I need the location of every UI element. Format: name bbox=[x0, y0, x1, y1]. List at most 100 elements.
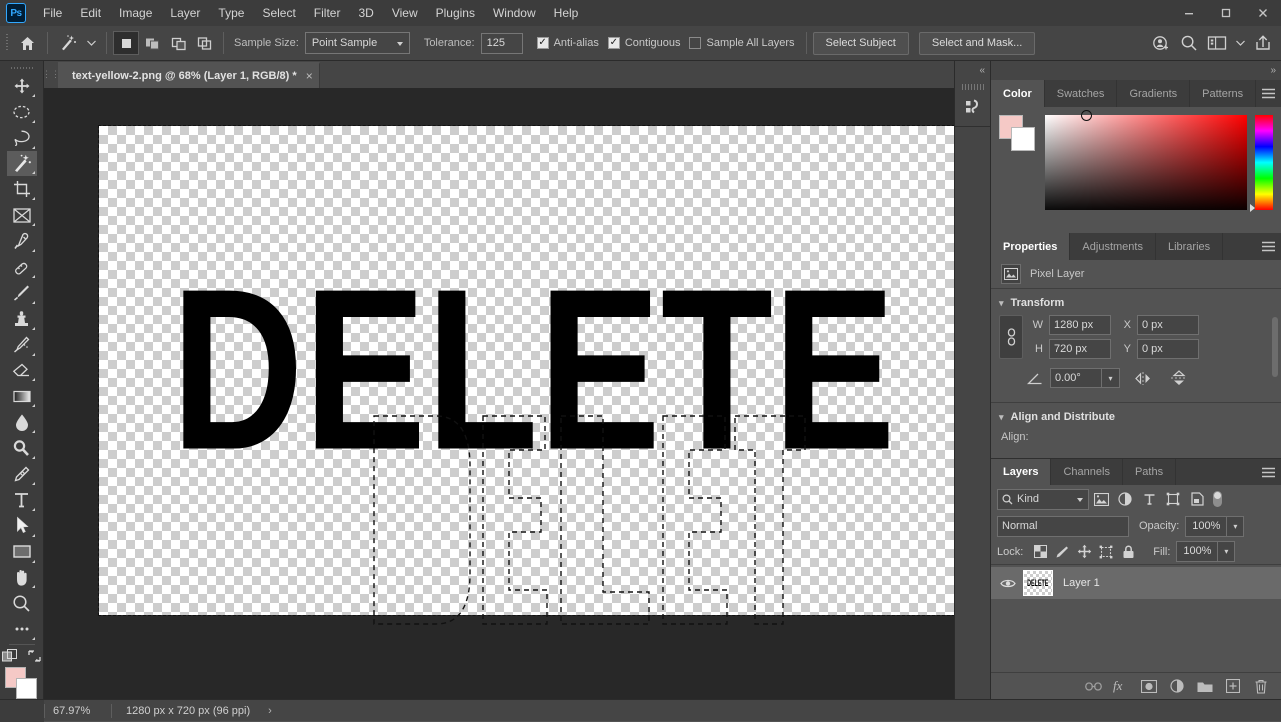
tab-gradients[interactable]: Gradients bbox=[1117, 80, 1190, 107]
history-brush-tool[interactable] bbox=[7, 332, 37, 358]
opacity-chevron-down-icon[interactable]: ▾ bbox=[1227, 516, 1244, 537]
rectangle-tool[interactable] bbox=[7, 539, 37, 565]
type-filter-icon[interactable] bbox=[1137, 488, 1161, 510]
hue-slider[interactable] bbox=[1255, 115, 1273, 210]
height-input[interactable]: 720 px bbox=[1049, 339, 1111, 359]
opacity-input[interactable]: 100% bbox=[1185, 516, 1227, 537]
dodge-tool[interactable] bbox=[7, 435, 37, 461]
expand-panels-icon[interactable]: » bbox=[991, 61, 1281, 80]
menu-filter[interactable]: Filter bbox=[305, 2, 350, 24]
zoom-level[interactable]: 67.97% bbox=[45, 705, 111, 717]
gradient-tool[interactable] bbox=[7, 383, 37, 409]
workspace-icon[interactable] bbox=[1205, 31, 1229, 55]
clone-stamp-tool[interactable] bbox=[7, 306, 37, 332]
libraries-icon[interactable] bbox=[955, 90, 991, 124]
y-input[interactable]: 0 px bbox=[1137, 339, 1199, 359]
shape-filter-icon[interactable] bbox=[1161, 488, 1185, 510]
transform-section-title[interactable]: ▾ Transform bbox=[991, 295, 1281, 315]
tab-properties[interactable]: Properties bbox=[991, 233, 1070, 260]
pixel-filter-icon[interactable] bbox=[1089, 488, 1113, 510]
subtract-from-selection-button[interactable] bbox=[165, 31, 191, 55]
screen-mode-icon[interactable] bbox=[27, 649, 42, 663]
adjustment-layer-icon[interactable] bbox=[1163, 674, 1191, 698]
workspace-chevron-down-icon[interactable] bbox=[1233, 31, 1247, 55]
contiguous-checkbox[interactable]: ✓ Contiguous bbox=[608, 37, 681, 49]
table-row[interactable]: DELETE Layer 1 bbox=[991, 567, 1281, 599]
frame-tool[interactable] bbox=[7, 202, 37, 228]
eyedropper-tool[interactable] bbox=[7, 228, 37, 254]
menu-view[interactable]: View bbox=[383, 2, 427, 24]
fill-chevron-down-icon[interactable]: ▾ bbox=[1218, 541, 1235, 562]
lasso-tool[interactable] bbox=[7, 125, 37, 151]
select-and-mask-button[interactable]: Select and Mask... bbox=[919, 32, 1036, 55]
menu-image[interactable]: Image bbox=[110, 2, 161, 24]
canvas-viewport[interactable]: DELETE bbox=[44, 88, 954, 699]
edit-toolbar-tool[interactable] bbox=[7, 616, 37, 642]
eraser-tool[interactable] bbox=[7, 358, 37, 384]
tolerance-input[interactable]: 125 bbox=[481, 33, 523, 54]
panel-menu-icon[interactable] bbox=[1255, 459, 1281, 485]
color-panel-swatches[interactable] bbox=[999, 115, 1037, 151]
angle-chevron-down-icon[interactable]: ▾ bbox=[1102, 368, 1120, 388]
sample-all-layers-checkbox[interactable]: ✓ Sample All Layers bbox=[689, 37, 794, 49]
link-layers-icon[interactable] bbox=[1079, 674, 1107, 698]
background-color-swatch[interactable] bbox=[16, 678, 37, 699]
tab-channels[interactable]: Channels bbox=[1051, 459, 1122, 485]
pen-tool[interactable] bbox=[7, 461, 37, 487]
minimize-button[interactable] bbox=[1170, 0, 1207, 26]
lock-artboard-icon[interactable] bbox=[1095, 541, 1117, 563]
menu-layer[interactable]: Layer bbox=[161, 2, 209, 24]
delete-layer-icon[interactable] bbox=[1247, 674, 1275, 698]
width-input[interactable]: 1280 px bbox=[1049, 315, 1111, 335]
type-tool[interactable] bbox=[7, 487, 37, 513]
tab-patterns[interactable]: Patterns bbox=[1190, 80, 1256, 107]
menu-edit[interactable]: Edit bbox=[71, 2, 110, 24]
tab-color[interactable]: Color bbox=[991, 80, 1045, 107]
tool-color-swatches[interactable] bbox=[5, 667, 39, 699]
menu-window[interactable]: Window bbox=[484, 2, 545, 24]
anti-alias-checkbox[interactable]: ✓ Anti-alias bbox=[537, 37, 599, 49]
eye-icon[interactable] bbox=[997, 578, 1019, 589]
fill-input[interactable]: 100% bbox=[1176, 541, 1218, 562]
layer-filter-kind-select[interactable]: Kind bbox=[997, 489, 1089, 510]
lock-transparent-pixels-icon[interactable] bbox=[1029, 541, 1051, 563]
share-user-icon[interactable] bbox=[1149, 31, 1173, 55]
quick-mask-icon[interactable] bbox=[2, 649, 19, 663]
flip-vertical-icon[interactable] bbox=[1166, 367, 1192, 389]
marquee-tool[interactable] bbox=[7, 99, 37, 125]
background-color-swatch[interactable] bbox=[1011, 127, 1035, 151]
smart-object-filter-icon[interactable] bbox=[1185, 488, 1209, 510]
link-constrain-icon[interactable] bbox=[999, 315, 1023, 359]
tool-preset-chevron-down-icon[interactable] bbox=[84, 31, 98, 55]
path-selection-tool[interactable] bbox=[7, 513, 37, 539]
menu-help[interactable]: Help bbox=[545, 2, 588, 24]
tab-adjustments[interactable]: Adjustments bbox=[1070, 233, 1156, 260]
menu-file[interactable]: File bbox=[34, 2, 71, 24]
tab-layers[interactable]: Layers bbox=[991, 459, 1051, 485]
close-icon[interactable]: × bbox=[306, 69, 313, 83]
zoom-tool[interactable] bbox=[7, 590, 37, 616]
flip-horizontal-icon[interactable] bbox=[1130, 367, 1156, 389]
tab-paths[interactable]: Paths bbox=[1123, 459, 1176, 485]
menu-select[interactable]: Select bbox=[253, 2, 304, 24]
color-picker-field[interactable] bbox=[1045, 115, 1247, 210]
select-subject-button[interactable]: Select Subject bbox=[813, 32, 909, 55]
tab-libraries[interactable]: Libraries bbox=[1156, 233, 1223, 260]
blend-mode-select[interactable]: Normal bbox=[997, 516, 1129, 537]
layer-thumbnail[interactable]: DELETE bbox=[1023, 570, 1053, 596]
add-mask-icon[interactable] bbox=[1135, 674, 1163, 698]
collapse-panels-icon[interactable]: « bbox=[955, 61, 990, 80]
panel-menu-icon[interactable] bbox=[1256, 80, 1281, 107]
menu-3d[interactable]: 3D bbox=[349, 2, 382, 24]
hand-tool[interactable] bbox=[7, 565, 37, 591]
image-canvas[interactable]: DELETE bbox=[99, 126, 954, 615]
panel-menu-icon[interactable] bbox=[1255, 233, 1281, 260]
new-selection-button[interactable] bbox=[113, 31, 139, 55]
properties-scrollbar[interactable] bbox=[1271, 295, 1279, 396]
lock-image-pixels-icon[interactable] bbox=[1051, 541, 1073, 563]
chevron-right-icon[interactable]: › bbox=[268, 705, 272, 717]
filter-toggle-icon[interactable] bbox=[1211, 488, 1224, 510]
menu-type[interactable]: Type bbox=[209, 2, 253, 24]
scrollbar-thumb[interactable] bbox=[1272, 317, 1278, 377]
adjustment-filter-icon[interactable] bbox=[1113, 488, 1137, 510]
